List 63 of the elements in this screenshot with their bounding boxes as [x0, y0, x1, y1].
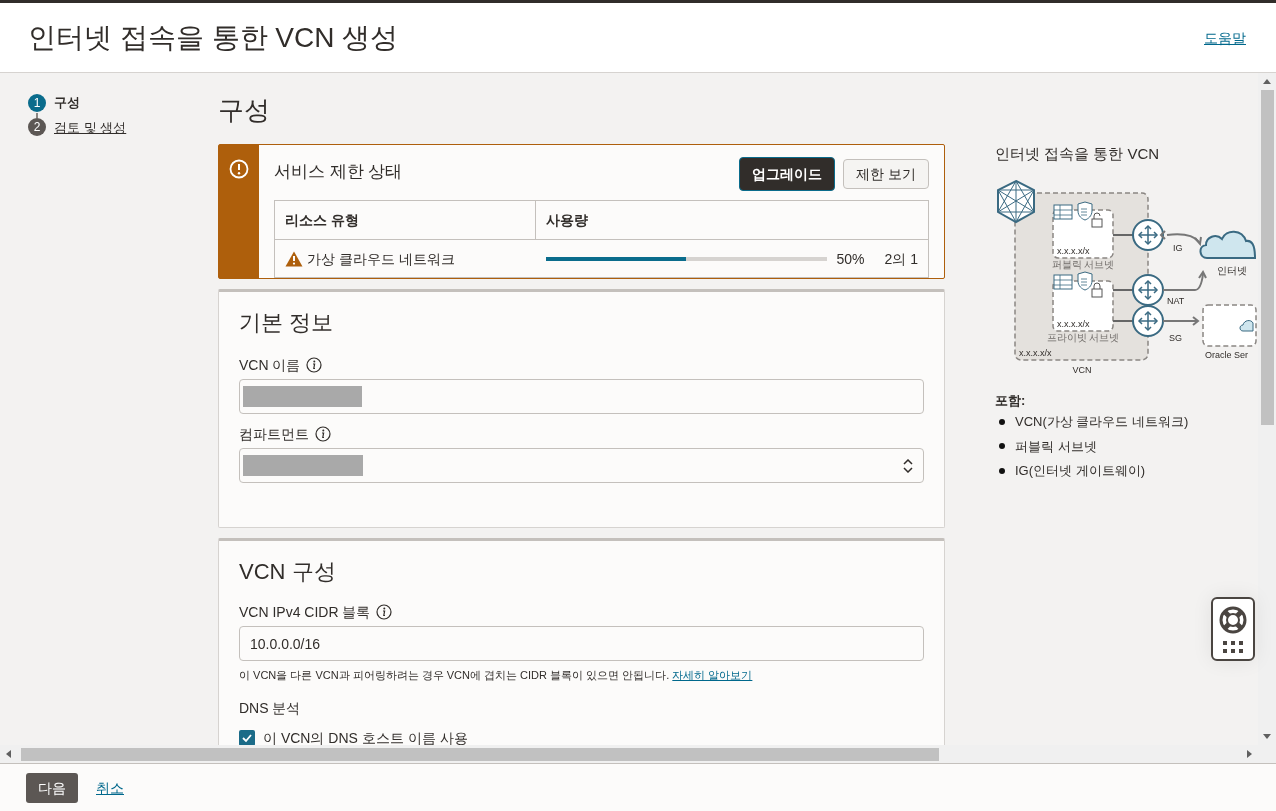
step-number: 1	[28, 93, 46, 112]
diagram-label: IG	[1173, 242, 1183, 253]
include-item: IG(인터넷 게이트웨이)	[1015, 462, 1145, 480]
vertical-scrollbar[interactable]	[1258, 73, 1276, 745]
support-widget-button[interactable]	[1211, 597, 1255, 661]
table-cell-text: 가상 클라우드 네트워크	[307, 249, 455, 269]
horizontal-scrollbar[interactable]	[0, 745, 1276, 763]
include-item: VCN(가상 클라우드 네트워크)	[1015, 413, 1189, 431]
cidr-input[interactable]: 10.0.0.0/16	[239, 626, 924, 661]
diagram-label: x.x.x.x/x	[1057, 318, 1090, 329]
vcn-name-field[interactable]	[239, 379, 924, 414]
section-title: 구성	[218, 94, 271, 127]
scroll-up-icon[interactable]	[1263, 78, 1271, 86]
info-icon[interactable]	[306, 357, 323, 373]
help-text: 이 VCN을 다른 VCN과 피어링하려는 경우 VCN에 겹치는 CIDR 블록이 있으면 안됩니다. 자세히 알아보기	[239, 668, 754, 683]
scroll-down-icon[interactable]	[1263, 732, 1271, 740]
scroll-left-icon[interactable]	[5, 750, 13, 758]
diagram-label: NAT	[1167, 295, 1185, 306]
usage-percent: 50%	[836, 249, 865, 269]
alert-icon	[229, 159, 249, 179]
bullet-icon	[999, 467, 1005, 474]
card-title: VCN 구성	[239, 558, 337, 586]
lifebuoy-icon	[1218, 605, 1248, 635]
include-item: 퍼블릭 서브넷	[1015, 437, 1097, 456]
cancel-link[interactable]: 취소	[96, 777, 124, 798]
alert-title: 서비스 제한 상태	[274, 161, 403, 183]
diagram-label: 인터넷	[1217, 264, 1247, 276]
step-link[interactable]: 검토 및 생성	[54, 117, 127, 137]
diagram-label: x.x.x.x/x	[1019, 347, 1052, 358]
bullet-icon	[999, 443, 1005, 450]
warning-icon	[285, 250, 303, 267]
scroll-right-icon[interactable]	[1245, 750, 1253, 758]
step-link[interactable]: 구성	[54, 93, 80, 113]
info-icon[interactable]	[315, 426, 331, 442]
card-title: 기본 정보	[239, 309, 335, 337]
page-title: 인터넷 접속을 통한 VCN 생성	[28, 20, 399, 55]
field-label: 컴파트먼트	[239, 425, 309, 444]
view-limits-button[interactable]: 제한 보기	[843, 159, 929, 189]
diagram-label: SG	[1169, 332, 1182, 343]
diagram-label: x.x.x.x/x	[1057, 245, 1090, 256]
includes-title: 포함:	[995, 391, 1026, 410]
dns-title: DNS 분석	[239, 698, 301, 718]
next-button[interactable]: 다음	[26, 772, 78, 803]
usage-count: 2의 1	[884, 249, 918, 269]
learn-more-link[interactable]: 자세히 알아보기	[672, 669, 753, 681]
field-label: VCN IPv4 CIDR 블록	[239, 603, 371, 622]
column-header: 리소스 유형	[285, 212, 359, 228]
diagram-label: Oracle Ser	[1205, 349, 1248, 360]
checkbox[interactable]	[239, 729, 255, 745]
diagram-label: VCN	[1072, 364, 1092, 375]
bullet-icon	[999, 418, 1005, 425]
step-number: 2	[28, 118, 46, 137]
upgrade-button[interactable]: 업그레이드	[739, 157, 836, 191]
diagram-label: 퍼블릭 서브넷	[1051, 258, 1115, 270]
field-label: VCN 이름	[239, 356, 301, 375]
checkbox-label: 이 VCN의 DNS 호스트 이름 사용	[263, 728, 468, 745]
preview-title: 인터넷 접속을 통한 VCN	[995, 144, 1160, 164]
grid-icon	[1223, 641, 1243, 653]
diagram-label: 프라이빗 서브넷	[1046, 331, 1120, 343]
select-chevron-icon	[903, 458, 913, 473]
info-icon[interactable]	[376, 604, 393, 620]
column-header: 사용량	[546, 212, 588, 228]
help-link[interactable]: 도움말	[1204, 27, 1246, 48]
